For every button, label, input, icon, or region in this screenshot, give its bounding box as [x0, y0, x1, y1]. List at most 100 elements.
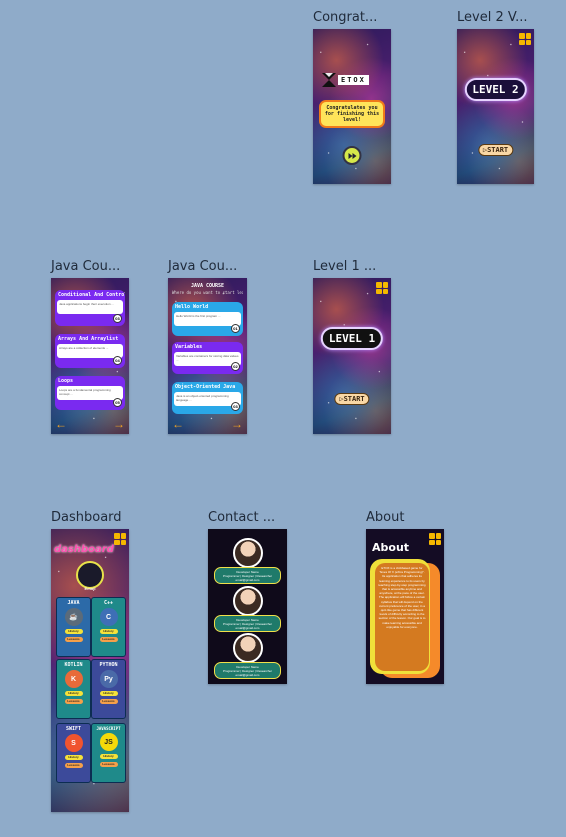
lesson-card[interactable]: Variables Variables are containers for s…: [172, 342, 243, 374]
lesson-title: Variables: [175, 344, 203, 350]
lesson-body: Java applications begin their execution …: [57, 300, 123, 314]
lesson-title: Object-Oriented Java: [175, 384, 236, 390]
swift-logo-icon: S: [64, 734, 83, 752]
language-card-kotlin[interactable]: KOTLIN K History Lessons: [56, 659, 91, 719]
contact-email: email@gmail.com: [235, 626, 260, 630]
next-circle-icon[interactable]: [342, 146, 362, 165]
lesson-body: Loops are a fundamental programming conc…: [57, 386, 123, 400]
user-name: Emoji: [84, 586, 96, 591]
lessons-button[interactable]: Lessons: [64, 637, 83, 642]
frame-congrats[interactable]: ETOX Congratulates you for finishing thi…: [313, 29, 391, 184]
menu-grid-icon[interactable]: [429, 533, 441, 545]
start-button[interactable]: ▷START: [477, 144, 514, 156]
lesson-title: Loops: [58, 378, 74, 384]
lesson-card[interactable]: Loops Loops are a fundamental programmin…: [55, 376, 125, 410]
history-button[interactable]: History: [64, 755, 83, 760]
logo: ETOX: [322, 73, 369, 87]
lessons-button[interactable]: Lessons: [99, 762, 118, 767]
frame-label-java-course-2[interactable]: Java Cou...: [168, 259, 237, 274]
lesson-card[interactable]: Object-Oriented Java Java is an object-o…: [172, 382, 243, 414]
frame-level2[interactable]: LEVEL 2 ▷START: [457, 29, 534, 184]
level-badge: LEVEL 2: [464, 78, 527, 101]
history-button[interactable]: History: [99, 754, 118, 759]
lessons-button[interactable]: Lessons: [64, 763, 83, 768]
lesson-title: Arrays And Arraylist: [58, 336, 119, 342]
lesson-card[interactable]: Conditional And Control Flow Java applic…: [55, 290, 125, 326]
lesson-number: 05: [113, 398, 122, 407]
avatar: [232, 586, 263, 616]
frame-contact[interactable]: Developer Name Programmer | Designer | R…: [208, 529, 287, 684]
menu-grid-icon[interactable]: [376, 282, 388, 294]
lessons-button[interactable]: Lessons: [64, 699, 83, 704]
frame-level1[interactable]: LEVEL 1 ▷START: [313, 278, 391, 434]
lessons-button[interactable]: Lessons: [99, 699, 118, 704]
avatar[interactable]: [76, 561, 104, 589]
avatar: [232, 538, 263, 568]
frame-label-contact[interactable]: Contact ...: [208, 510, 275, 525]
kotlin-logo-icon: K: [64, 670, 83, 688]
lesson-number: 03: [231, 402, 240, 411]
language-title: JAVASCRIPT: [96, 726, 121, 731]
history-button[interactable]: History: [64, 629, 83, 634]
lesson-body: Hello World is the first program ...: [174, 312, 241, 326]
dashboard-title: dashboard: [54, 544, 114, 555]
history-button[interactable]: History: [64, 691, 83, 696]
start-button[interactable]: ▷START: [334, 393, 370, 405]
javascript-logo-icon: JS: [99, 733, 118, 751]
congrats-message: Congratulates you for finishing this lev…: [319, 100, 385, 128]
lesson-title: Hello World: [175, 304, 209, 310]
frame-java-course-2[interactable]: JAVA COURSE Where do you want to start l…: [168, 278, 247, 434]
arrow-right-icon[interactable]: →: [231, 418, 243, 430]
lesson-number: 04: [113, 356, 122, 365]
level-badge: LEVEL 1: [320, 327, 384, 350]
frame-label-level2[interactable]: Level 2 V...: [457, 10, 527, 25]
language-card-javascript[interactable]: JAVASCRIPT JS History Lessons: [91, 723, 126, 783]
menu-grid-icon[interactable]: [114, 533, 126, 545]
lessons-button[interactable]: Lessons: [99, 637, 118, 642]
frame-about[interactable]: About ETOX is a clickbased game for "Exe…: [366, 529, 444, 684]
language-title: PYTHON: [99, 662, 118, 668]
lesson-body: Arrays are a collection of elements ...: [57, 344, 123, 358]
language-card-cpp[interactable]: C++ C History Lessons: [91, 597, 126, 657]
contact-email: email@gmail.com: [235, 673, 260, 677]
lesson-number: 03: [113, 314, 122, 323]
history-button[interactable]: History: [99, 629, 118, 634]
python-logo-icon: Py: [99, 670, 118, 688]
language-title: KOTLIN: [64, 662, 83, 668]
arrow-left-icon[interactable]: ←: [172, 418, 184, 430]
language-title: C++: [103, 600, 114, 606]
star-background: [313, 278, 391, 434]
frame-label-level1[interactable]: Level 1 ...: [313, 259, 376, 274]
logo-text: ETOX: [338, 75, 369, 85]
frame-dashboard[interactable]: dashboard Emoji JAVA ☕ History Lessons C…: [51, 529, 129, 812]
frame-label-about[interactable]: About: [366, 510, 404, 525]
language-title: JAVA: [67, 600, 80, 606]
lesson-card[interactable]: Hello World Hello World is the first pro…: [172, 302, 243, 336]
contact-card[interactable]: Developer Name Programmer | Designer | R…: [214, 567, 281, 584]
course-header: JAVA COURSE: [190, 283, 225, 289]
history-button[interactable]: History: [99, 691, 118, 696]
arrow-right-icon[interactable]: →: [113, 418, 125, 430]
frame-label-dashboard[interactable]: Dashboard: [51, 510, 122, 525]
language-card-java[interactable]: JAVA ☕ History Lessons: [56, 597, 91, 657]
avatar: [232, 633, 263, 663]
arrow-left-icon[interactable]: ←: [55, 418, 67, 430]
about-body: ETOX is a clickbased game for "Exes Of X…: [375, 563, 429, 671]
contact-email: email@gmail.com: [235, 578, 260, 582]
language-card-python[interactable]: PYTHON Py History Lessons: [91, 659, 126, 719]
frame-java-course-1[interactable]: Conditional And Control Flow Java applic…: [51, 278, 129, 434]
menu-grid-icon[interactable]: [519, 33, 531, 45]
about-title: About: [372, 541, 410, 554]
frame-label-java-course-1[interactable]: Java Cou...: [51, 259, 120, 274]
java-logo-icon: ☕: [64, 608, 83, 626]
contact-card[interactable]: Developer Name Programmer | Designer | R…: [214, 662, 281, 679]
language-card-swift[interactable]: SWIFT S History Lessons: [56, 723, 91, 783]
contact-card[interactable]: Developer Name Programmer | Designer | R…: [214, 615, 281, 632]
lesson-number: 01: [231, 324, 240, 333]
language-title: SWIFT: [65, 726, 82, 732]
frame-label-congrats[interactable]: Congrat...: [313, 10, 377, 25]
lesson-number: 02: [231, 362, 240, 371]
lesson-title: Conditional And Control Flow: [58, 292, 125, 298]
star-background: [457, 29, 534, 184]
lesson-card[interactable]: Arrays And Arraylist Arrays are a collec…: [55, 334, 125, 368]
